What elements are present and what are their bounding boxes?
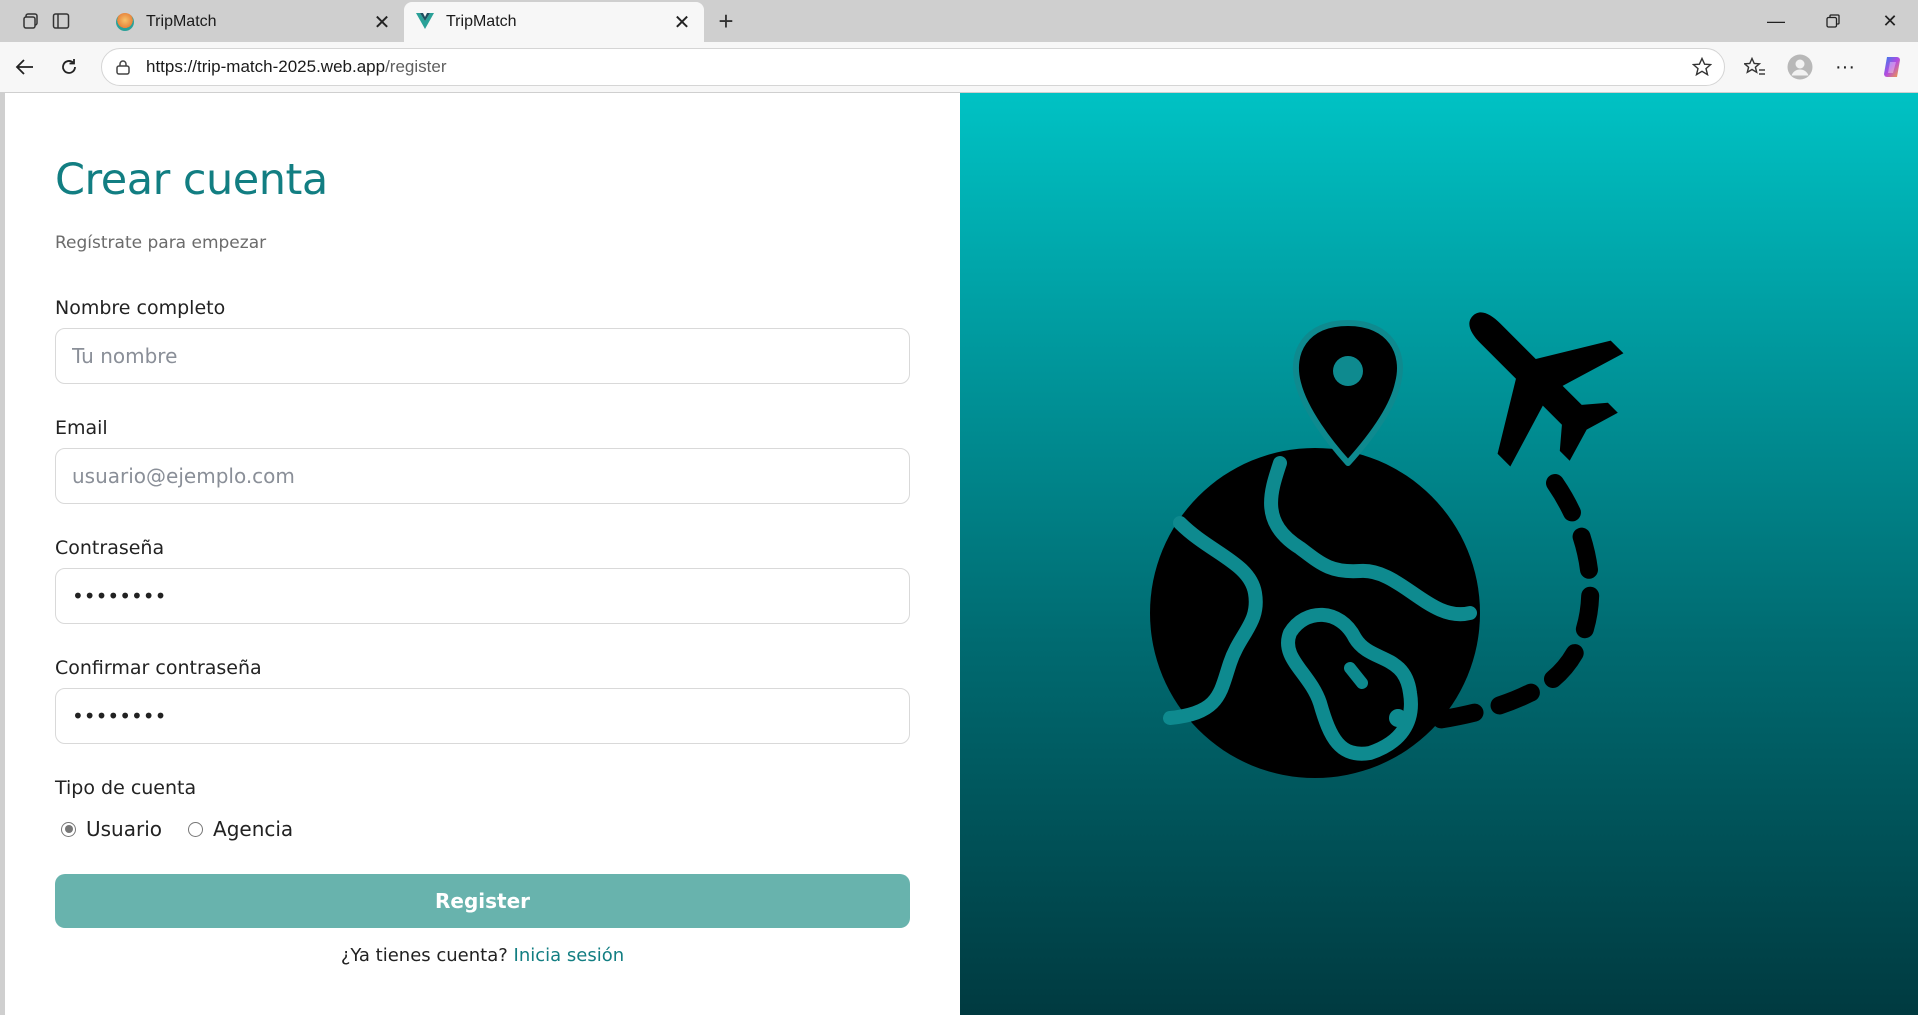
copilot-icon[interactable] (1877, 52, 1907, 82)
browser-toolbar: https://trip-match-2025.web.app/register… (0, 42, 1918, 92)
travel-illustration (1150, 312, 1624, 778)
profile-avatar-icon[interactable] (1785, 52, 1815, 82)
url-text: https://trip-match-2025.web.app/register (146, 57, 447, 77)
signin-row: ¿Ya tienes cuenta? Inicia sesión (55, 945, 910, 966)
back-icon[interactable] (10, 52, 40, 82)
radio-usuario-label[interactable]: Usuario (86, 817, 162, 841)
close-window-icon[interactable]: ✕ (1862, 0, 1918, 42)
map-pin-icon (1292, 320, 1403, 466)
email-input[interactable] (55, 448, 910, 504)
browser-tab-2[interactable]: TripMatch ✕ (404, 2, 704, 42)
vue-favicon (416, 13, 434, 31)
confirm-password-input[interactable] (55, 688, 910, 744)
name-input[interactable] (55, 328, 910, 384)
password-input[interactable] (55, 568, 910, 624)
radio-agencia[interactable] (188, 821, 204, 837)
url-path: /register (385, 57, 447, 76)
more-options-icon[interactable]: ··· (1830, 52, 1860, 82)
email-label: Email (55, 417, 108, 439)
close-tab-icon[interactable]: ✕ (672, 10, 692, 35)
signin-link[interactable]: Inicia sesión (514, 945, 625, 966)
account-type-label: Tipo de cuenta (55, 777, 197, 799)
browser-tab-1[interactable]: TripMatch ✕ (104, 2, 404, 42)
signin-prompt: ¿Ya tienes cuenta? (340, 945, 508, 966)
register-button[interactable]: Register (55, 874, 910, 928)
radio-usuario[interactable] (61, 821, 76, 837)
vertical-tabs-icon[interactable] (46, 6, 76, 36)
browser-tab-strip: TripMatch ✕ TripMatch ✕ + — ✕ (0, 0, 1918, 42)
page-subtitle: Regístrate para empezar (55, 233, 267, 253)
page-title: Crear cuenta (55, 155, 328, 205)
illustration-panel (960, 93, 1918, 1015)
confirm-password-label: Confirmar contraseña (55, 657, 262, 679)
airplane-icon (1469, 312, 1624, 467)
address-bar[interactable]: https://trip-match-2025.web.app/register (101, 48, 1725, 86)
tripmatch-favicon (116, 13, 134, 31)
favorites-icon[interactable] (1740, 52, 1770, 82)
password-label: Contraseña (55, 537, 165, 559)
close-tab-icon[interactable]: ✕ (372, 10, 392, 35)
minimize-icon[interactable]: — (1748, 0, 1804, 42)
account-type-group: Usuario Agencia (61, 817, 293, 841)
workspaces-icon[interactable] (16, 6, 46, 36)
register-form-panel: Crear cuenta Regístrate para empezar Nom… (5, 93, 960, 1015)
register-page: Crear cuenta Regístrate para empezar Nom… (5, 93, 1918, 1015)
favorite-star-icon[interactable] (1691, 56, 1713, 82)
name-label: Nombre completo (55, 297, 226, 319)
url-host: https://trip-match-2025.web.app (146, 57, 386, 76)
tab-title: TripMatch (446, 13, 517, 30)
lock-icon[interactable] (114, 58, 132, 76)
tab-title: TripMatch (146, 13, 217, 30)
radio-selected-dot (64, 825, 73, 833)
refresh-icon[interactable] (54, 52, 84, 82)
new-tab-icon[interactable]: + (711, 6, 741, 36)
globe-icon (1150, 448, 1480, 778)
radio-agencia-label[interactable]: Agencia (213, 817, 293, 841)
restore-icon[interactable] (1805, 0, 1861, 42)
